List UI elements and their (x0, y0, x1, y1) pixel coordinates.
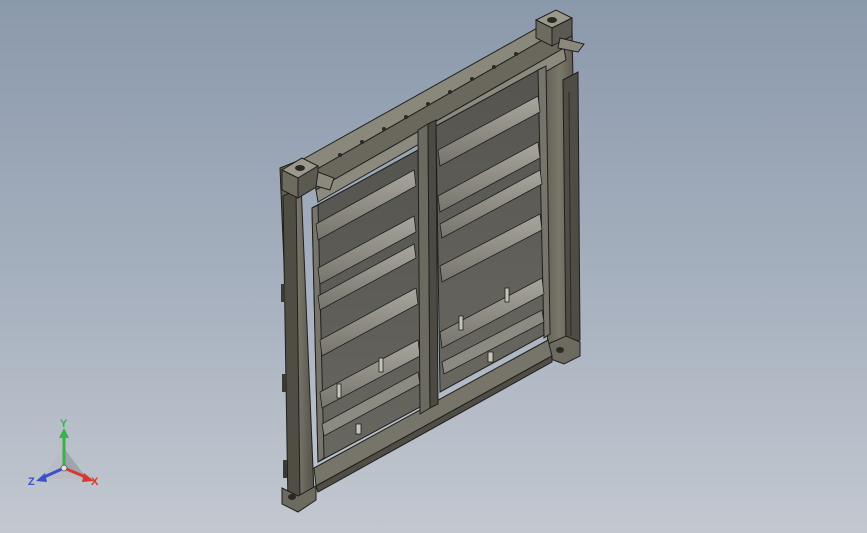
graphics-viewport[interactable]: Y X Z (0, 0, 867, 533)
y-axis-label: Y (60, 418, 68, 430)
left-corner-post (279, 159, 315, 507)
coordinate-triad: Y X Z (28, 418, 99, 488)
center-locking-bars (417, 119, 439, 415)
left-door-leaf[interactable] (311, 149, 423, 463)
x-axis-label: X (91, 476, 99, 488)
z-axis-label: Z (28, 476, 35, 488)
triad-origin (60, 464, 68, 472)
container-door-model[interactable] (0, 0, 867, 533)
